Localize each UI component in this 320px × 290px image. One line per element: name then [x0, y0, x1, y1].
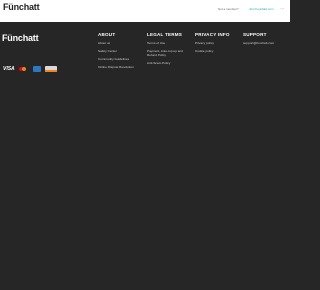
join-link[interactable]: Join Funchatt.com	[249, 7, 274, 11]
footer-link-privacy-policy[interactable]: Privacy policy	[195, 41, 230, 45]
footer-column-support: SUPPORT support@funchatt.com	[243, 32, 274, 49]
top-header: Fünchatt Not a member? Join Funchatt.com…	[0, 0, 290, 22]
footer-link-safety-center[interactable]: Safety Center	[98, 49, 134, 53]
column-title: SUPPORT	[243, 32, 267, 37]
column-title: PRIVACY INFO	[195, 32, 230, 37]
footer-logo[interactable]: Fünchatt	[2, 33, 39, 43]
footer-link-dispute-resolution[interactable]: Online Dispute Resolution	[98, 65, 134, 69]
amex-card-icon	[33, 66, 41, 72]
more-options-icon[interactable]: ···	[280, 6, 285, 11]
footer-link-community-guidelines[interactable]: Community Guidelines	[98, 57, 134, 61]
column-title: ABOUT	[98, 32, 116, 37]
header-logo[interactable]: Fünchatt	[3, 2, 40, 12]
footer-column-privacy: PRIVACY INFO Privacy policy Cookie polic…	[195, 32, 230, 57]
column-title: LEGAL TERMS	[147, 32, 183, 37]
footer-link-support-email[interactable]: support@funchatt.com	[243, 41, 274, 45]
footer-column-legal: LEGAL TERMS Terms of Use Payment, Auto-t…	[147, 32, 189, 69]
footer-link-anti-scam-policy[interactable]: Anti-Scam Policy	[147, 61, 189, 65]
footer-column-about: ABOUT About us Safety Center Community G…	[98, 32, 134, 73]
discover-card-icon	[45, 66, 57, 72]
member-prompt: Not a member?	[218, 7, 239, 11]
visa-card-icon: VISA	[3, 66, 15, 72]
footer-link-payment-policy[interactable]: Payment, Auto-top-up and Refund Policy	[147, 49, 189, 57]
footer-link-cookie-policy[interactable]: Cookie policy	[195, 49, 230, 53]
mastercard-icon	[19, 66, 28, 72]
footer-link-about-us[interactable]: About us	[98, 41, 134, 45]
footer-link-terms-of-use[interactable]: Terms of Use	[147, 41, 189, 45]
